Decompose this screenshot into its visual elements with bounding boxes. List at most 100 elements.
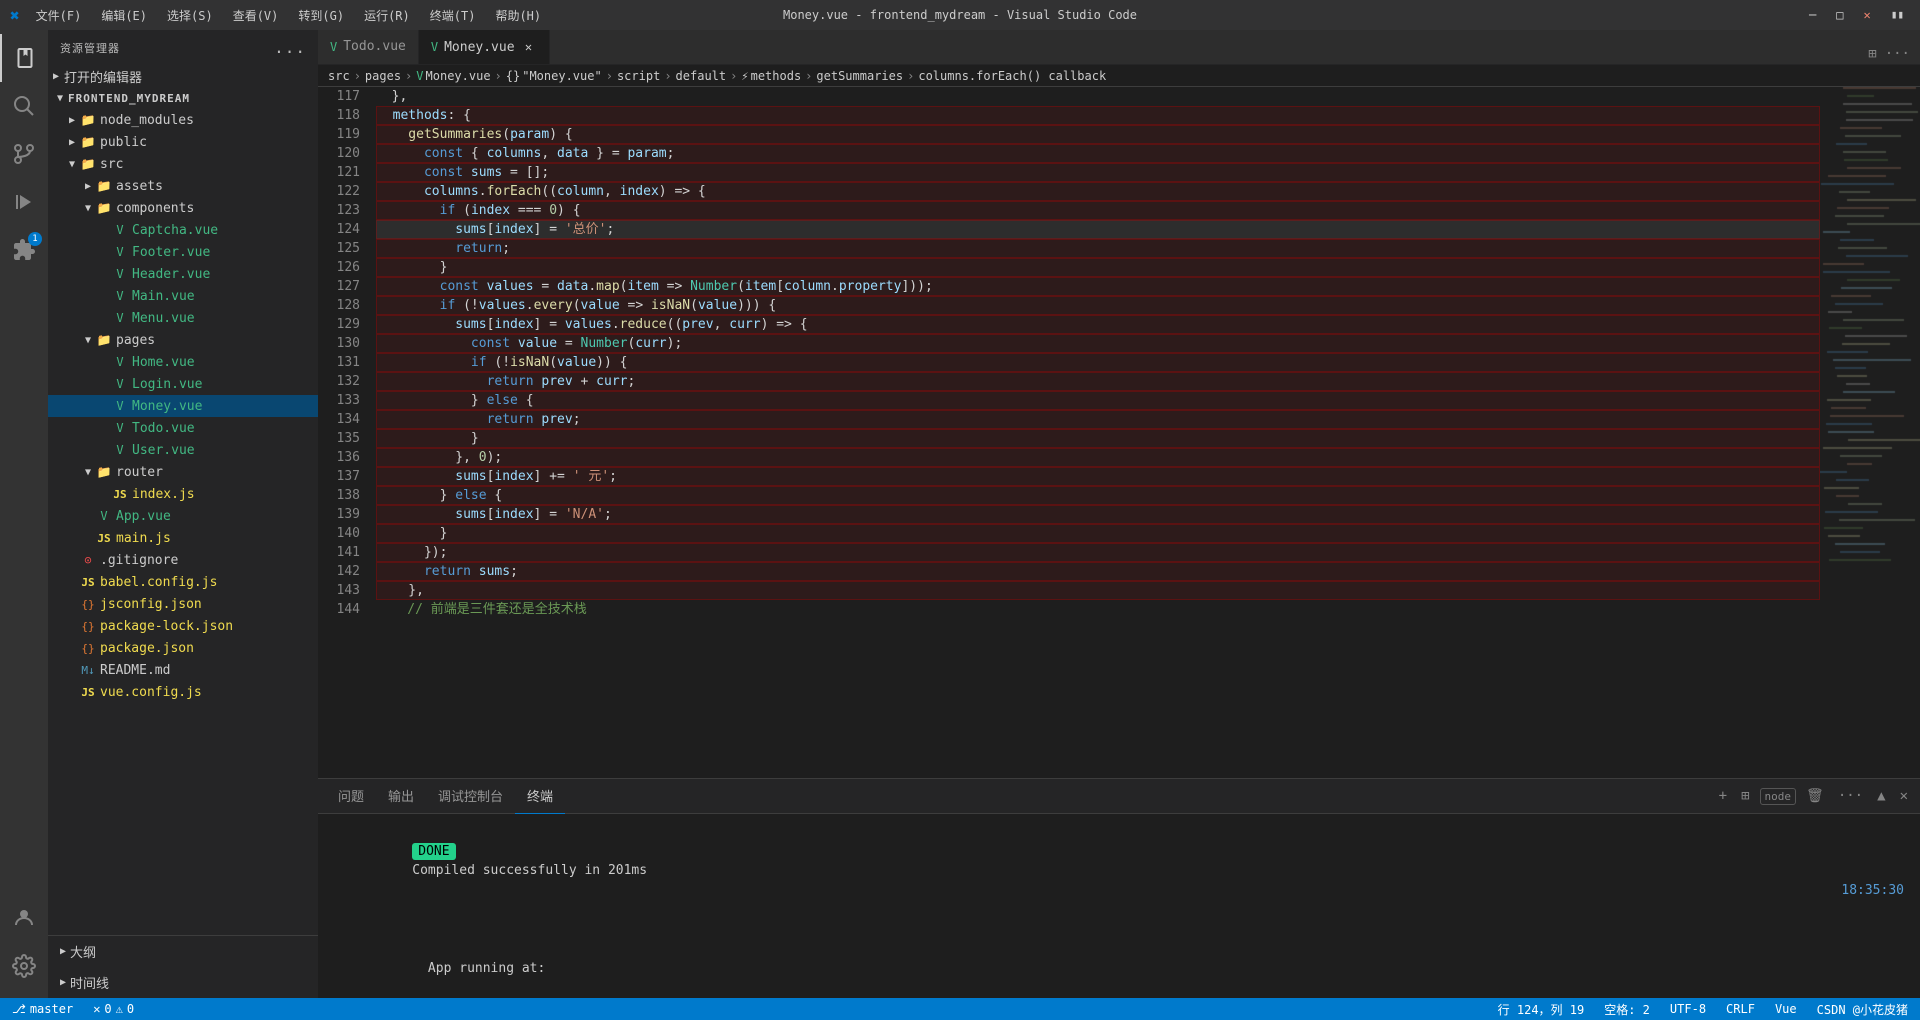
minimize-button[interactable]: ─: [1803, 6, 1822, 24]
tree-gitignore[interactable]: ▶ ⊙ .gitignore: [48, 549, 318, 571]
breadcrumb-getsummaries[interactable]: getSummaries: [816, 69, 903, 83]
tree-user-vue[interactable]: ▶ V User.vue: [48, 439, 318, 461]
position-item[interactable]: 行 124，列 19: [1494, 1001, 1589, 1018]
tab-bar: V Todo.vue V Money.vue ✕ ⊞ ···: [318, 30, 1920, 65]
menu-file[interactable]: 文件(F): [28, 5, 90, 26]
activity-search[interactable]: [0, 82, 48, 130]
tree-footer-vue[interactable]: ▶ V Footer.vue: [48, 241, 318, 263]
tree-app-vue[interactable]: ▶ V App.vue: [48, 505, 318, 527]
tab-close-button[interactable]: ✕: [521, 39, 537, 55]
panel-split-button[interactable]: ⊞: [1737, 786, 1753, 806]
tree-main-js[interactable]: ▶ JS main.js: [48, 527, 318, 549]
tree-todo-vue[interactable]: ▶ V Todo.vue: [48, 417, 318, 439]
open-editors-section[interactable]: ▶ 打开的编辑器: [48, 65, 318, 87]
menu-edit[interactable]: 编辑(E): [93, 5, 155, 26]
tree-vue-config[interactable]: ▶ JS vue.config.js: [48, 681, 318, 703]
tree-main-vue[interactable]: ▶ V Main.vue: [48, 285, 318, 307]
activity-settings[interactable]: [0, 942, 48, 990]
code-line-142: return sums;: [376, 562, 1820, 581]
breadcrumb-money-vue-str[interactable]: "Money.vue": [522, 69, 601, 83]
panel-tab-debug[interactable]: 调试控制台: [426, 779, 515, 814]
tab-more-button[interactable]: ···: [1883, 44, 1912, 64]
code-area[interactable]: }, methods: { getSummaries(param) { cons…: [368, 87, 1820, 778]
tree-header-vue[interactable]: ▶ V Header.vue: [48, 263, 318, 285]
spaces-item[interactable]: 空格: 2: [1600, 1001, 1654, 1018]
panel-tab-output[interactable]: 输出: [376, 779, 426, 814]
activity-run[interactable]: [0, 178, 48, 226]
breadcrumb-foreach[interactable]: columns.forEach() callback: [918, 69, 1106, 83]
vue-icon: V: [112, 266, 128, 282]
panel-add-button[interactable]: +: [1715, 786, 1731, 806]
tree-babel-config[interactable]: ▶ JS babel.config.js: [48, 571, 318, 593]
project-root[interactable]: ▼ FRONTEND_MYDREAM: [48, 87, 318, 109]
activity-account[interactable]: [0, 894, 48, 942]
tree-jsconfig[interactable]: ▶ {} jsconfig.json: [48, 593, 318, 615]
breadcrumb-money-vue[interactable]: Money.vue: [426, 69, 491, 83]
breadcrumb-script[interactable]: script: [617, 69, 660, 83]
vscode-icon: ✖: [10, 6, 20, 25]
language-item[interactable]: Vue: [1771, 1002, 1801, 1016]
panel-terminal-label: 终端: [527, 786, 553, 805]
package-lock-label: package-lock.json: [100, 619, 233, 634]
panel-tab-problems[interactable]: 问题: [326, 779, 376, 814]
window-controls: ─ □ ✕ ▮▮: [1803, 6, 1910, 24]
tree-components[interactable]: ▼ 📁 components: [48, 197, 318, 219]
timeline-section[interactable]: ▶ 时间线: [48, 967, 318, 998]
breadcrumb-src[interactable]: src: [328, 69, 350, 83]
sidebar-more-button[interactable]: ...: [274, 38, 306, 57]
tab-money-vue[interactable]: V Money.vue ✕: [419, 30, 550, 64]
breadcrumb-default[interactable]: default: [676, 69, 727, 83]
menu-goto[interactable]: 转到(G): [290, 5, 352, 26]
activity-git[interactable]: [0, 130, 48, 178]
tab-split-button[interactable]: ⊞: [1866, 44, 1878, 64]
tree-menu-vue[interactable]: ▶ V Menu.vue: [48, 307, 318, 329]
sidebar-content: ▶ 打开的编辑器 ▼ FRONTEND_MYDREAM ▶ 📁 node_mod…: [48, 65, 318, 935]
gitignore-label: .gitignore: [100, 553, 178, 568]
tab-todo-vue[interactable]: V Todo.vue: [318, 30, 419, 64]
tree-home-vue[interactable]: ▶ V Home.vue: [48, 351, 318, 373]
tree-pages[interactable]: ▼ 📁 pages: [48, 329, 318, 351]
menu-run[interactable]: 运行(R): [356, 5, 418, 26]
tree-login-vue[interactable]: ▶ V Login.vue: [48, 373, 318, 395]
tree-package-json[interactable]: ▶ {} package.json: [48, 637, 318, 659]
panel-maximize-button[interactable]: ▲: [1873, 786, 1889, 806]
errors-item[interactable]: ✕ 0 ⚠ 0: [89, 1002, 138, 1016]
tree-captcha-vue[interactable]: ▶ V Captcha.vue: [48, 219, 318, 241]
close-button[interactable]: ✕: [1858, 6, 1877, 24]
encoding-item[interactable]: UTF-8: [1666, 1002, 1710, 1016]
tree-public[interactable]: ▶ 📁 public: [48, 131, 318, 153]
panel-close-button[interactable]: ✕: [1896, 786, 1912, 806]
js-icon: JS: [80, 574, 96, 590]
menu-view[interactable]: 查看(V): [225, 5, 287, 26]
code-line-136: }, 0);: [376, 448, 1820, 467]
tree-money-vue[interactable]: ▶ V Money.vue: [48, 395, 318, 417]
code-line-129: sums[index] = values.reduce((prev, curr)…: [376, 315, 1820, 334]
panel-more-button[interactable]: ···: [1834, 786, 1867, 806]
tree-package-lock[interactable]: ▶ {} package-lock.json: [48, 615, 318, 637]
vue-icon: V: [112, 310, 128, 326]
breadcrumb-methods[interactable]: methods: [751, 69, 802, 83]
panel-tabs: 问题 输出 调试控制台 终端 + ⊞ node 🗑 ··· ▲: [318, 779, 1920, 814]
outline-section[interactable]: ▶ 大纲: [48, 936, 318, 967]
tree-src[interactable]: ▼ 📁 src: [48, 153, 318, 175]
tree-router[interactable]: ▼ 📁 router: [48, 461, 318, 483]
menu-select[interactable]: 选择(S): [159, 5, 221, 26]
git-branch-item[interactable]: ⎇ master: [8, 1002, 77, 1016]
breadcrumb-pages[interactable]: pages: [365, 69, 401, 83]
menu-vue-label: Menu.vue: [132, 311, 195, 326]
layout-button[interactable]: ▮▮: [1885, 6, 1910, 24]
activity-extensions[interactable]: 1: [0, 226, 48, 274]
footer-label: Footer.vue: [132, 245, 210, 260]
tree-index-js[interactable]: ▶ JS index.js: [48, 483, 318, 505]
menu-terminal[interactable]: 终端(T): [422, 5, 484, 26]
maximize-button[interactable]: □: [1830, 6, 1849, 24]
code-line-139: sums[index] = 'N/A';: [376, 505, 1820, 524]
tree-node-modules[interactable]: ▶ 📁 node_modules: [48, 109, 318, 131]
menu-help[interactable]: 帮助(H): [487, 5, 549, 26]
line-ending-item[interactable]: CRLF: [1722, 1002, 1759, 1016]
tree-readme[interactable]: ▶ M↓ README.md: [48, 659, 318, 681]
panel-trash-button[interactable]: 🗑: [1802, 786, 1828, 806]
activity-explorer[interactable]: [0, 34, 48, 82]
panel-tab-terminal[interactable]: 终端: [515, 779, 565, 814]
tree-assets[interactable]: ▶ 📁 assets: [48, 175, 318, 197]
